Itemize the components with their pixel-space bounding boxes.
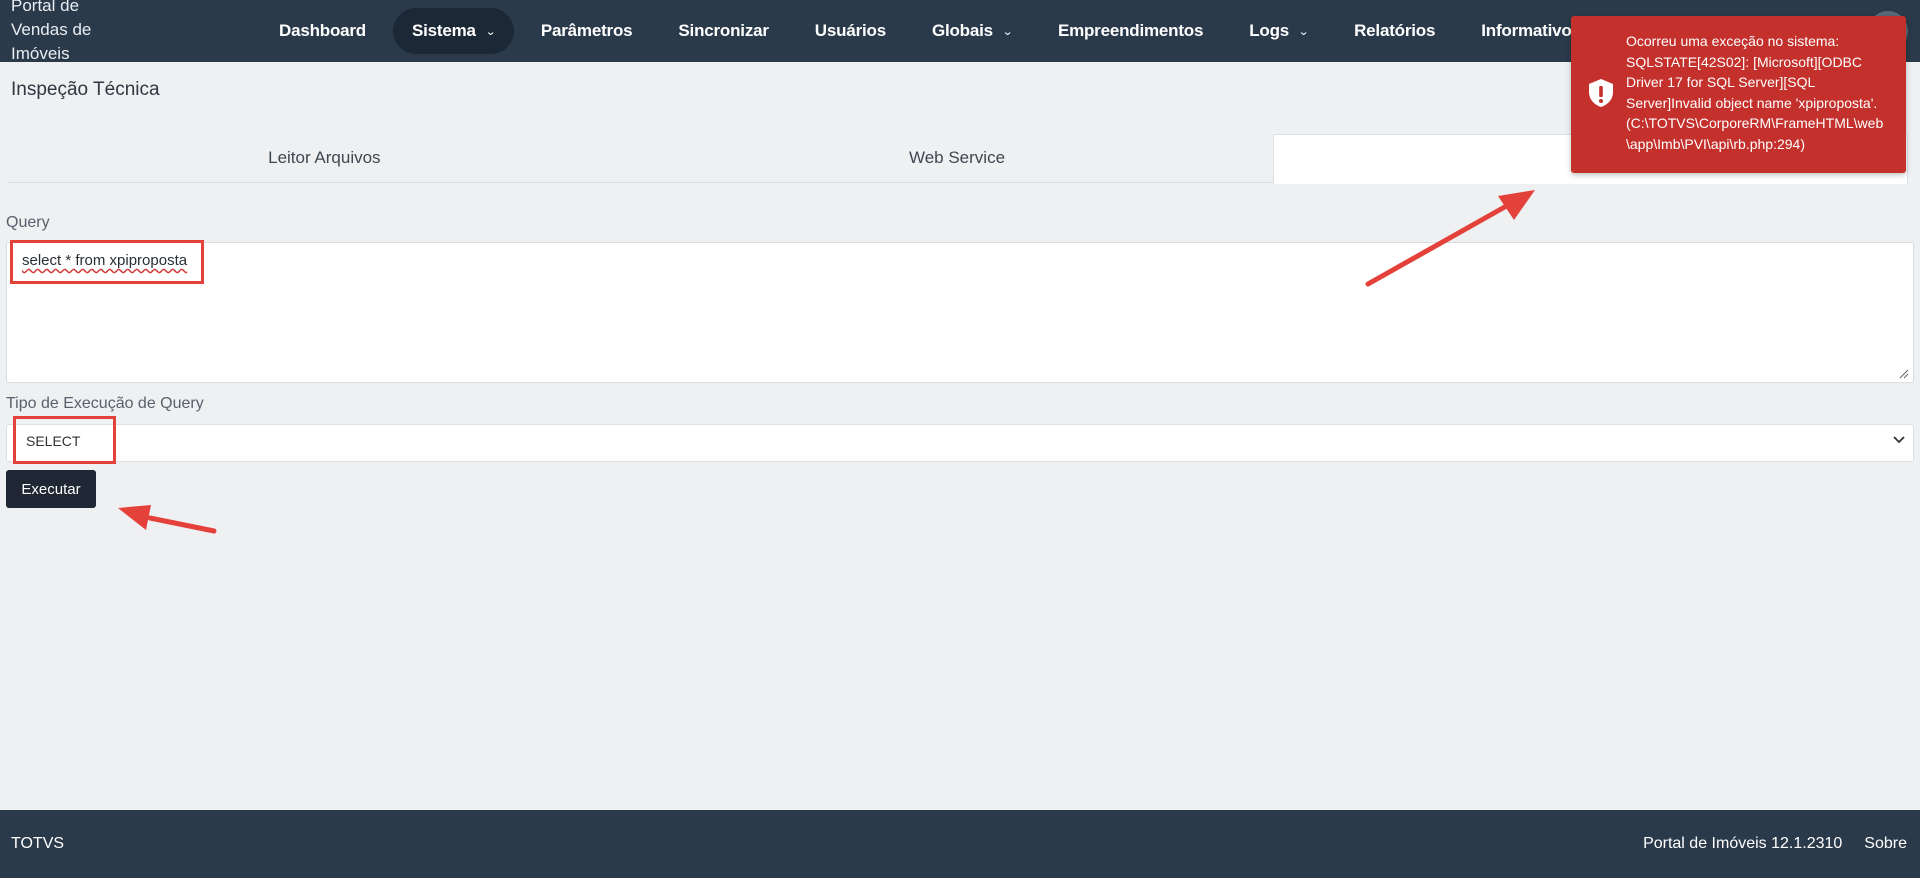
- nav-item-label: Sincronizar: [678, 21, 769, 40]
- nav-item-relatorios[interactable]: Relatórios: [1335, 8, 1454, 54]
- nav-item-dashboard[interactable]: Dashboard: [260, 8, 385, 54]
- query-label: Query: [6, 214, 50, 231]
- nav-menu: Dashboard Sistema ⌄ Parâmetros Sincronizar Us…: [260, 0, 1608, 62]
- brand-line: Portal de: [11, 0, 80, 15]
- nav-item-label: Dashboard: [279, 21, 366, 40]
- resize-handle-icon[interactable]: [1897, 367, 1909, 379]
- annotation-box-select: [13, 416, 116, 464]
- arrow-line-button: [147, 515, 217, 534]
- nav-item-label: Sistema: [412, 21, 476, 40]
- error-message: Ocorreu uma exceção no sistema: SQLSTATE…: [1626, 31, 1898, 154]
- shield-exclamation-icon: [1587, 78, 1615, 108]
- footer-version: Portal de Imóveis 12.1.2310: [1643, 835, 1843, 852]
- nav-item-label: Logs: [1249, 21, 1290, 40]
- chevron-down-icon: ⌄: [1002, 25, 1013, 38]
- nav-item-parametros[interactable]: Parâmetros: [522, 8, 652, 54]
- nav-item-label: Relatórios: [1354, 21, 1436, 40]
- brand-title[interactable]: Portal de Vendas de Imóveis: [11, 0, 121, 66]
- tab-1[interactable]: Web Service: [641, 134, 1274, 182]
- chevron-down-icon: ⌄: [484, 25, 496, 38]
- tab-0[interactable]: Leitor Arquivos: [8, 134, 641, 182]
- error-line: \app\Imb\PVI\api\rb.php:294): [1626, 135, 1805, 152]
- error-line: Driver 17 for SQL Server][SQL: [1626, 74, 1816, 90]
- nav-item-sincronizar[interactable]: Sincronizar: [659, 8, 787, 54]
- query-textarea[interactable]: [6, 242, 1914, 383]
- error-line: (C:\TOTVS\CorporeRM\FrameHTML\web: [1626, 115, 1884, 131]
- error-line: Ocorreu uma exceção no sistema:: [1626, 33, 1840, 49]
- nav-item-label: Globais: [931, 21, 993, 40]
- footer-company: TOTVS: [11, 835, 65, 852]
- execute-button[interactable]: Executar: [6, 470, 96, 508]
- brand-line: Vendas de: [11, 20, 92, 39]
- exec-type-select[interactable]: [6, 424, 1914, 462]
- footer: TOTVS Portal de Imóveis 12.1.2310 Sobre: [0, 810, 1920, 878]
- chevron-down-icon: ⌄: [1298, 25, 1309, 38]
- brand-line: Imóveis: [11, 44, 70, 63]
- error-toast[interactable]: Ocorreu uma exceção no sistema: SQLSTATE…: [1571, 16, 1906, 173]
- arrow-head-toast: [1498, 190, 1535, 220]
- arrow-head-button: [118, 505, 151, 530]
- footer-links: Portal de Imóveis 12.1.2310 Sobre: [1643, 835, 1907, 853]
- annotation-box-query: [10, 240, 204, 284]
- nav-item-empreendimentos[interactable]: Empreendimentos: [1039, 8, 1222, 54]
- nav-item-label: Empreendimentos: [1057, 21, 1204, 40]
- exec-type-label: Tipo de Execução de Query: [6, 395, 204, 412]
- nav-item-logs[interactable]: Logs ⌄: [1230, 8, 1327, 54]
- nav-item-label: Parâmetros: [540, 21, 633, 40]
- error-line: Server]Invalid object name 'xpiproposta'…: [1626, 94, 1878, 111]
- chevron-down-icon: [1892, 432, 1906, 451]
- nav-item-sistema[interactable]: Sistema ⌄: [393, 8, 514, 54]
- nav-item-label: Informativos: [1481, 21, 1581, 40]
- page-title: Inspeção Técnica: [11, 79, 160, 100]
- footer-about-link[interactable]: Sobre: [1864, 835, 1907, 853]
- nav-item-label: Usuários: [814, 21, 886, 40]
- error-line: SQLSTATE[42S02]: [Microsoft][ODBC: [1626, 53, 1862, 70]
- nav-item-globais[interactable]: Globais ⌄: [913, 8, 1031, 54]
- nav-item-usuarios[interactable]: Usuários: [796, 8, 905, 54]
